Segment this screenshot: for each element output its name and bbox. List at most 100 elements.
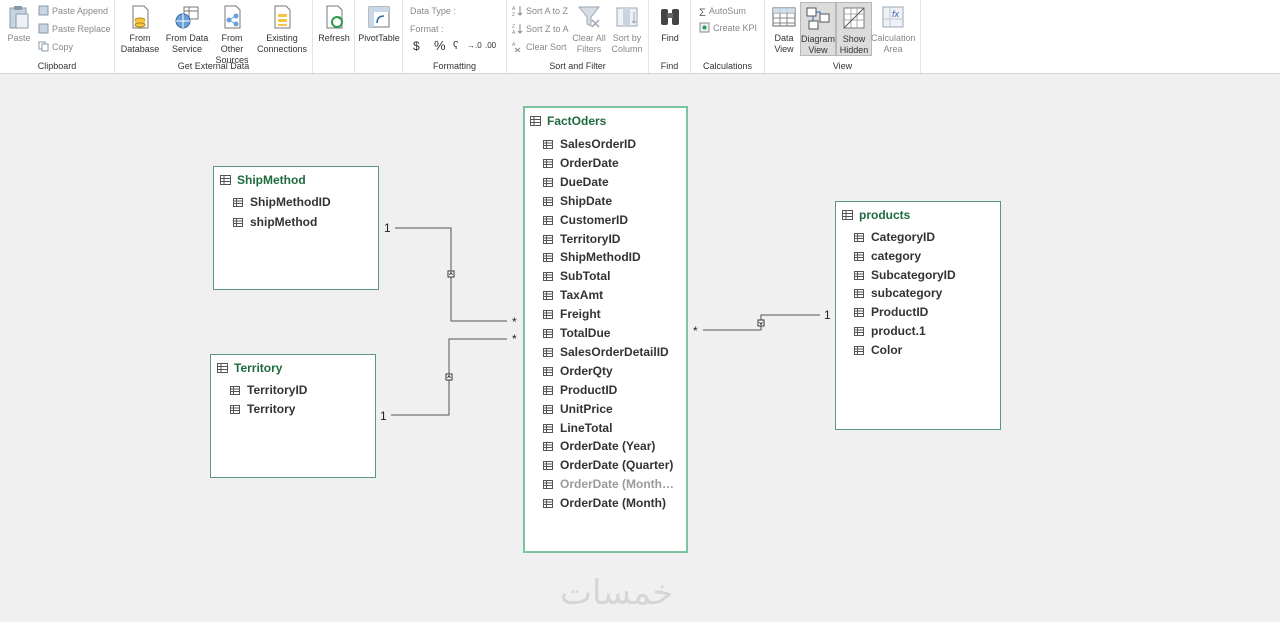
table-name: Territory bbox=[234, 361, 283, 375]
column-name: ShipMethodID bbox=[560, 250, 641, 265]
cardinality-one-shipmethod: 1 bbox=[384, 221, 391, 235]
column-item[interactable]: TerritoryID bbox=[543, 231, 620, 247]
column-icon bbox=[543, 385, 553, 395]
column-item[interactable]: Color bbox=[854, 342, 902, 358]
table-icon bbox=[842, 210, 853, 220]
column-icon bbox=[854, 270, 864, 280]
column-icon bbox=[543, 158, 553, 168]
table-header[interactable]: FactOders bbox=[530, 114, 606, 128]
column-item[interactable]: SubcategoryID bbox=[854, 267, 956, 283]
column-name: OrderQty bbox=[560, 363, 613, 378]
column-name: SalesOrderDetailID bbox=[560, 344, 669, 359]
column-item[interactable]: ProductID bbox=[543, 382, 617, 398]
column-name: CustomerID bbox=[560, 212, 629, 227]
column-name: LineTotal bbox=[560, 420, 613, 435]
column-icon bbox=[543, 253, 553, 263]
relationship-territory-factoders[interactable] bbox=[391, 338, 507, 416]
relationship-shipmethod-factoders[interactable] bbox=[395, 227, 507, 322]
column-name: ShipDate bbox=[560, 193, 613, 208]
column-item[interactable]: Freight bbox=[543, 306, 601, 322]
column-item[interactable]: DueDate bbox=[543, 174, 609, 190]
column-icon bbox=[854, 345, 864, 355]
column-icon bbox=[543, 272, 553, 282]
column-item[interactable]: ShipDate bbox=[543, 193, 612, 209]
column-item[interactable]: SalesOrderID bbox=[543, 136, 636, 152]
column-item[interactable]: TotalDue bbox=[543, 325, 610, 341]
column-icon bbox=[854, 308, 864, 318]
table-icon bbox=[530, 116, 541, 126]
table-name: ShipMethod bbox=[237, 173, 306, 187]
column-item[interactable]: ProductID bbox=[854, 304, 928, 320]
column-item[interactable]: ShipMethodID bbox=[543, 249, 641, 265]
relationship-products-factoders[interactable] bbox=[703, 314, 820, 331]
column-item[interactable]: OrderDate bbox=[543, 155, 619, 171]
column-item[interactable]: OrderDate (Quarter) bbox=[543, 457, 673, 473]
column-name: CategoryID bbox=[871, 230, 936, 244]
column-item[interactable]: SubTotal bbox=[543, 268, 610, 284]
table-header[interactable]: Territory bbox=[217, 361, 282, 375]
column-name: TotalDue bbox=[560, 326, 611, 340]
column-item[interactable]: OrderQty bbox=[543, 363, 613, 379]
cardinality-many-territory: * bbox=[512, 332, 517, 346]
watermark: خمسات bbox=[560, 573, 674, 613]
column-item[interactable]: category bbox=[854, 248, 921, 264]
table-header[interactable]: ShipMethod bbox=[220, 173, 306, 187]
column-name: OrderDate (Year) bbox=[560, 439, 656, 454]
column-name: subcategory bbox=[871, 286, 943, 301]
cardinality-many-products: * bbox=[693, 324, 698, 338]
column-icon bbox=[543, 291, 553, 301]
column-icon bbox=[543, 499, 553, 509]
column-item[interactable]: subcategory bbox=[854, 285, 942, 301]
table-shipmethod[interactable]: ShipMethod ShipMethodID shipMethod bbox=[213, 166, 379, 290]
column-item[interactable]: TaxAmt bbox=[543, 287, 603, 303]
column-item[interactable]: LineTotal bbox=[543, 420, 612, 436]
column-icon bbox=[543, 140, 553, 149]
column-name: shipMethod bbox=[250, 215, 318, 229]
column-icon bbox=[854, 327, 864, 336]
column-name: Color bbox=[871, 342, 903, 357]
column-item[interactable]: Territory bbox=[230, 401, 295, 417]
column-name: product.1 bbox=[871, 324, 926, 338]
table-factoders[interactable]: FactOders SalesOrderID OrderDate DueDate Sh… bbox=[523, 106, 688, 553]
column-icon bbox=[543, 177, 553, 187]
column-item[interactable]: TerritoryID bbox=[230, 382, 307, 398]
column-name: SubcategoryID bbox=[871, 267, 956, 282]
column-item[interactable]: SalesOrderDetailID bbox=[543, 344, 669, 360]
table-icon bbox=[217, 363, 228, 373]
column-item[interactable]: OrderDate (Year) bbox=[543, 438, 655, 454]
table-header[interactable]: products bbox=[842, 208, 910, 222]
column-icon bbox=[543, 215, 553, 225]
column-name: ProductID bbox=[871, 305, 929, 320]
column-name: OrderDate (Month… bbox=[560, 477, 674, 492]
table-products[interactable]: products CategoryID category SubcategoryID… bbox=[835, 201, 1001, 430]
column-item[interactable]: CategoryID bbox=[854, 229, 935, 245]
cardinality-many-shipmethod: * bbox=[512, 315, 517, 329]
column-name: category bbox=[871, 248, 922, 263]
column-icon bbox=[854, 289, 864, 299]
cardinality-one-products: 1 bbox=[824, 308, 831, 322]
column-item[interactable]: shipMethod bbox=[233, 214, 317, 230]
column-icon bbox=[543, 329, 553, 338]
column-item[interactable]: CustomerID bbox=[543, 212, 628, 228]
column-icon bbox=[543, 404, 553, 414]
column-name: OrderDate bbox=[560, 155, 619, 170]
column-name: ShipMethodID bbox=[250, 195, 331, 209]
column-icon bbox=[543, 423, 553, 433]
column-name: Freight bbox=[560, 307, 601, 322]
table-territory[interactable]: Territory TerritoryID Territory bbox=[210, 354, 376, 478]
column-icon bbox=[543, 442, 553, 452]
column-name: DueDate bbox=[560, 174, 609, 189]
column-item[interactable]: ShipMethodID bbox=[233, 194, 331, 210]
column-item[interactable]: OrderDate (Month… bbox=[543, 476, 674, 492]
column-icon bbox=[543, 347, 553, 357]
column-item[interactable]: product.1 bbox=[854, 323, 926, 339]
column-name: TerritoryID bbox=[247, 383, 308, 397]
column-name: TerritoryID bbox=[560, 231, 621, 246]
column-icon bbox=[233, 198, 243, 207]
column-icon bbox=[543, 366, 553, 376]
column-item[interactable]: UnitPrice bbox=[543, 401, 613, 417]
column-item[interactable]: OrderDate (Month) bbox=[543, 495, 666, 511]
column-name: Territory bbox=[247, 402, 296, 416]
column-icon bbox=[543, 480, 553, 490]
column-icon bbox=[543, 310, 553, 320]
